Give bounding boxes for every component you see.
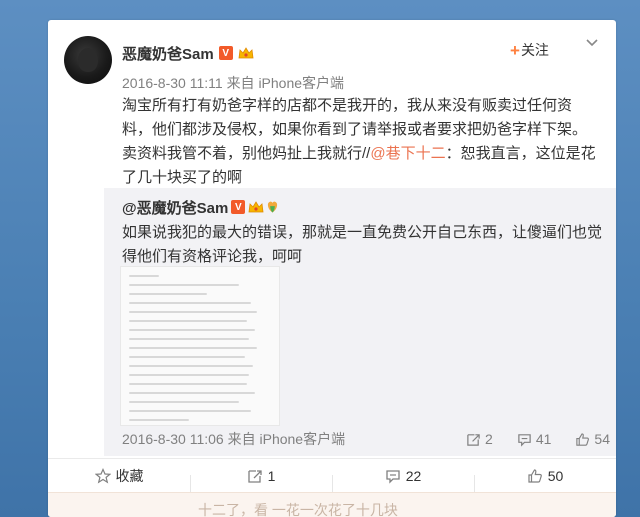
- chevron-down-icon[interactable]: [584, 36, 600, 50]
- vip-badge: V: [231, 200, 246, 214]
- post-text: 淘宝所有打有奶爸字样的店都不是我开的，我从来没有贩卖过任何资料，他们都涉及侵权，…: [122, 94, 600, 190]
- repost-count: 1: [267, 468, 276, 484]
- like-icon: [528, 469, 542, 483]
- repost-repost-count: 2: [485, 431, 493, 447]
- repost-icon: [247, 470, 262, 483]
- like-button[interactable]: 50: [474, 468, 616, 495]
- plus-icon: +: [510, 40, 520, 60]
- repost-author-name[interactable]: @恶魔奶爸Sam: [122, 197, 228, 218]
- avatar[interactable]: [64, 36, 112, 84]
- next-post-preview[interactable]: 十二了，看 一花一次花了十几块: [48, 492, 616, 517]
- author-name[interactable]: 恶魔奶爸Sam: [122, 43, 214, 64]
- repost-footer: 2016-8-30 11:06 来自 iPhone客户端 2 41 54: [122, 428, 610, 450]
- comment-count: 22: [405, 468, 422, 484]
- screenshot-text-lines: [129, 275, 269, 425]
- vip-badge: V: [218, 46, 233, 60]
- repost-actions: 2 41 54: [466, 431, 610, 447]
- follow-label: 关注: [520, 42, 549, 58]
- author-row: 恶魔奶爸Sam V: [122, 42, 254, 64]
- weibo-post-card: 恶魔奶爸Sam V + 关注 2016-8-30 11:11 来自 iPhone…: [48, 20, 616, 517]
- mention-link[interactable]: @巷下十二: [370, 145, 445, 162]
- heart-shield-icon: [268, 201, 278, 213]
- repost-image-thumbnail[interactable]: [120, 266, 280, 426]
- follow-button[interactable]: + 关注: [510, 40, 549, 60]
- repost-comment-count: 41: [535, 431, 552, 447]
- repost-like-action[interactable]: 54: [575, 431, 610, 447]
- repost-like-count: 54: [594, 431, 610, 447]
- repost-meta[interactable]: 2016-8-30 11:06 来自 iPhone客户端: [122, 429, 345, 449]
- reposted-content[interactable]: @恶魔奶爸Sam V 如果说我犯的最大的错误，那就是一直免费公开自己东西，让傻逼…: [104, 188, 616, 456]
- repost-icon: [467, 433, 480, 446]
- repost-repost-action[interactable]: 2: [466, 431, 493, 447]
- post-action-bar: 收藏 1 22 50: [48, 458, 616, 495]
- comment-icon: [386, 470, 400, 484]
- repost-text: 如果说我犯的最大的错误，那就是一直免费公开自己东西，让傻逼们也觉得他们有资格评论…: [122, 224, 603, 265]
- like-icon: [576, 432, 590, 446]
- comment-icon: [518, 433, 531, 447]
- comment-button[interactable]: 22: [332, 468, 474, 495]
- avatar-face: [78, 48, 98, 72]
- crown-icon: [248, 201, 264, 213]
- post-meta[interactable]: 2016-8-30 11:11 来自 iPhone客户端: [122, 73, 344, 93]
- crown-icon: [238, 47, 254, 59]
- repost-author-row: @恶魔奶爸Sam V: [122, 196, 278, 218]
- repost-comment-action[interactable]: 41: [517, 431, 552, 447]
- favorite-label: 收藏: [115, 468, 144, 484]
- like-count: 50: [547, 468, 564, 484]
- star-icon: [94, 468, 111, 484]
- favorite-button[interactable]: 收藏: [48, 466, 190, 486]
- repost-button[interactable]: 1: [190, 468, 332, 495]
